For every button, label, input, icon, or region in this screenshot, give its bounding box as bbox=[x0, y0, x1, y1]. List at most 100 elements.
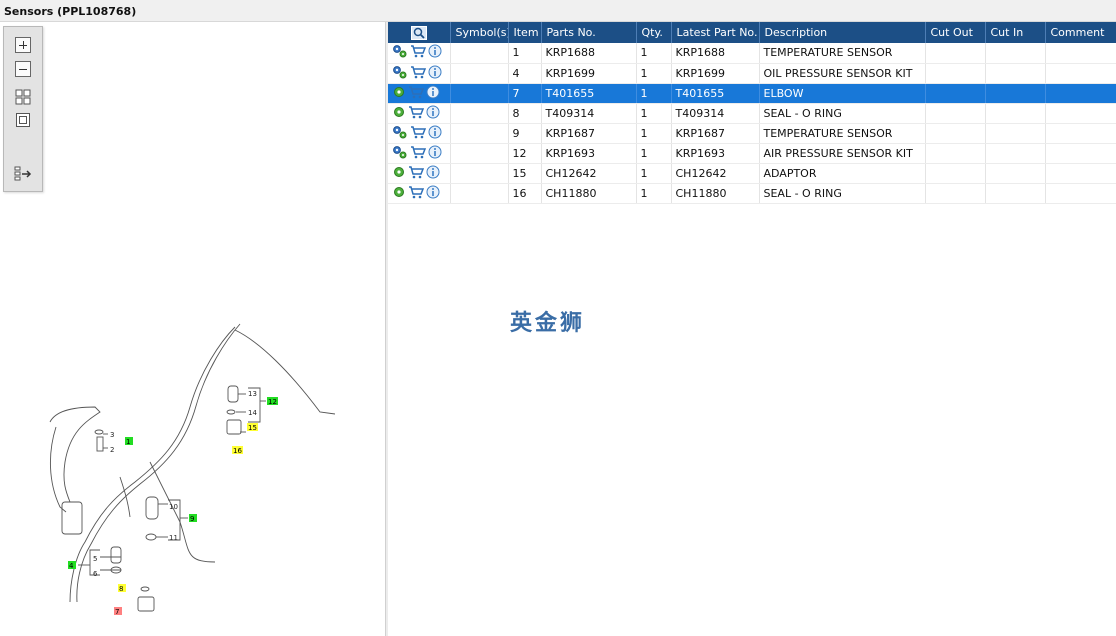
window-titlebar: Sensors (PPL108768) bbox=[0, 0, 1116, 22]
diagram-panel[interactable]: 13 14 12 15 16 3 2 1 10 9 11 5 4 6 8 7 bbox=[0, 22, 385, 636]
cell-qty: 1 bbox=[636, 183, 672, 204]
cell-latest-part-no: CH12642 bbox=[671, 163, 760, 184]
column-header-tools[interactable] bbox=[388, 22, 451, 43]
diagram-label: 2 bbox=[110, 446, 114, 454]
gears-icon[interactable] bbox=[392, 65, 408, 82]
cell-item: 4 bbox=[508, 63, 542, 84]
info-icon[interactable] bbox=[428, 145, 442, 162]
fit-all-button[interactable] bbox=[12, 87, 34, 107]
cell-latest-part-no: KRP1693 bbox=[671, 143, 760, 164]
sensors-exploded-diagram[interactable]: 13 14 12 15 16 3 2 1 10 9 11 5 4 6 8 7 bbox=[0, 312, 385, 636]
cell-description: TEMPERATURE SENSOR bbox=[759, 123, 926, 144]
diagram-label: 11 bbox=[169, 534, 178, 542]
cell-parts-no: CH12642 bbox=[541, 163, 637, 184]
table-row[interactable]: 15 CH12642 1 CH12642 ADAPTOR bbox=[388, 163, 1116, 184]
callout-item-12[interactable]: 12 bbox=[268, 398, 277, 406]
cell-tools bbox=[388, 103, 451, 124]
cell-description: AIR PRESSURE SENSOR KIT bbox=[759, 143, 926, 164]
cart-icon[interactable] bbox=[408, 185, 425, 202]
cell-latest-part-no: KRP1699 bbox=[671, 63, 760, 84]
info-icon[interactable] bbox=[428, 65, 442, 82]
callout-item-4[interactable]: 4 bbox=[69, 562, 74, 570]
info-icon[interactable] bbox=[426, 165, 440, 182]
cell-symbols bbox=[450, 63, 509, 84]
column-header-comment[interactable]: Comment bbox=[1045, 22, 1116, 43]
table-row[interactable]: 8 T409314 1 T409314 SEAL - O RING bbox=[388, 103, 1116, 124]
zoom-in-button[interactable] bbox=[12, 35, 34, 55]
table-row[interactable]: 12 KRP1693 1 KRP1693 AIR PRESSURE SENSOR KIT bbox=[388, 143, 1116, 164]
export-list-button[interactable] bbox=[12, 164, 34, 184]
cell-comment bbox=[1045, 63, 1116, 84]
cell-latest-part-no: T401655 bbox=[671, 83, 760, 104]
info-icon[interactable] bbox=[428, 44, 442, 61]
callout-item-16[interactable]: 16 bbox=[233, 447, 242, 455]
diagram-label: 3 bbox=[110, 431, 114, 439]
info-icon[interactable] bbox=[428, 125, 442, 142]
cell-cut-in bbox=[985, 43, 1046, 64]
column-header-cut-out[interactable]: Cut Out bbox=[925, 22, 986, 43]
table-row[interactable]: 1 KRP1688 1 KRP1688 TEMPERATURE SENSOR bbox=[388, 43, 1116, 64]
callout-item-1[interactable]: 1 bbox=[126, 438, 130, 446]
cart-icon[interactable] bbox=[408, 105, 425, 122]
cell-cut-in bbox=[985, 163, 1046, 184]
gear-icon[interactable] bbox=[392, 165, 406, 182]
column-header-latest-part-no[interactable]: Latest Part No. bbox=[671, 22, 760, 43]
cell-tools bbox=[388, 123, 451, 144]
column-header-item[interactable]: Item bbox=[508, 22, 542, 43]
cart-icon[interactable] bbox=[410, 65, 427, 82]
cell-cut-out bbox=[925, 163, 986, 184]
info-icon[interactable] bbox=[426, 105, 440, 122]
gears-icon[interactable] bbox=[392, 44, 408, 61]
cell-cut-out bbox=[925, 43, 986, 64]
zoom-in-icon bbox=[15, 37, 31, 53]
cell-cut-out bbox=[925, 63, 986, 84]
cell-comment bbox=[1045, 83, 1116, 104]
cell-item: 8 bbox=[508, 103, 542, 124]
diagram-label: 13 bbox=[248, 390, 257, 398]
cell-latest-part-no: T409314 bbox=[671, 103, 760, 124]
cell-description: SEAL - O RING bbox=[759, 183, 926, 204]
column-header-qty[interactable]: Qty. bbox=[636, 22, 672, 43]
watermark-logo: 英金狮 bbox=[510, 311, 586, 336]
column-header-cut-in[interactable]: Cut In bbox=[985, 22, 1046, 43]
cell-parts-no: T409314 bbox=[541, 103, 637, 124]
cell-item: 7 bbox=[508, 83, 542, 104]
callout-item-9[interactable]: 9 bbox=[190, 515, 194, 523]
list-export-icon bbox=[14, 166, 32, 181]
search-details-icon bbox=[410, 25, 427, 40]
table-row[interactable]: 7 T401655 1 T401655 ELBOW bbox=[388, 83, 1116, 104]
info-icon[interactable] bbox=[426, 185, 440, 202]
gear-icon[interactable] bbox=[392, 185, 406, 202]
zoom-out-button[interactable] bbox=[12, 59, 34, 79]
callout-item-15[interactable]: 15 bbox=[248, 424, 257, 432]
cart-icon[interactable] bbox=[408, 85, 425, 102]
cell-cut-in bbox=[985, 183, 1046, 204]
cell-qty: 1 bbox=[636, 103, 672, 124]
table-row[interactable]: 9 KRP1687 1 KRP1687 TEMPERATURE SENSOR bbox=[388, 123, 1116, 144]
gear-icon[interactable] bbox=[392, 105, 406, 122]
parts-list: Symbol(s) Item Parts No. Qty. Latest Par… bbox=[388, 22, 1116, 204]
cell-symbols bbox=[450, 183, 509, 204]
cart-icon[interactable] bbox=[410, 125, 427, 142]
column-header-parts-no[interactable]: Parts No. bbox=[541, 22, 637, 43]
cart-icon[interactable] bbox=[408, 165, 425, 182]
table-row[interactable]: 16 CH11880 1 CH11880 SEAL - O RING bbox=[388, 183, 1116, 204]
info-icon[interactable] bbox=[426, 85, 440, 102]
cell-latest-part-no: KRP1688 bbox=[671, 43, 760, 64]
table-row[interactable]: 4 KRP1699 1 KRP1699 OIL PRESSURE SENSOR KIT bbox=[388, 63, 1116, 84]
callout-item-7[interactable]: 7 bbox=[115, 608, 119, 616]
gears-icon[interactable] bbox=[392, 145, 408, 162]
gears-icon[interactable] bbox=[392, 125, 408, 142]
cell-qty: 1 bbox=[636, 123, 672, 144]
column-header-symbols[interactable]: Symbol(s) bbox=[450, 22, 509, 43]
cell-cut-in bbox=[985, 123, 1046, 144]
cart-icon[interactable] bbox=[410, 145, 427, 162]
callout-item-8[interactable]: 8 bbox=[119, 585, 123, 593]
gear-icon[interactable] bbox=[392, 85, 406, 102]
cell-description: OIL PRESSURE SENSOR KIT bbox=[759, 63, 926, 84]
column-header-description[interactable]: Description bbox=[759, 22, 926, 43]
actual-size-button[interactable] bbox=[12, 110, 34, 130]
cart-icon[interactable] bbox=[410, 44, 427, 61]
cell-symbols bbox=[450, 163, 509, 184]
cell-tools bbox=[388, 163, 451, 184]
